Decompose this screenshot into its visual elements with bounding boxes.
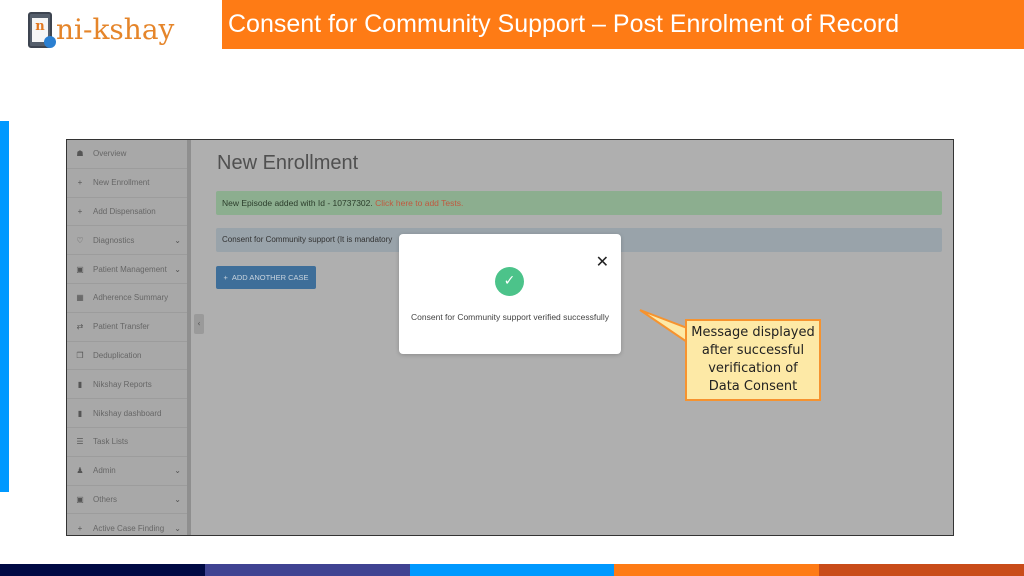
modal-message: Consent for Community support verified s… <box>411 312 609 322</box>
transfer-icon: ⇄ <box>76 322 84 332</box>
sidebar-item-label: New Enrollment <box>93 178 150 188</box>
sidebar-item-diagnostics[interactable]: ♡ Diagnostics ⌄ <box>67 226 187 256</box>
logo-text: ni-kshay <box>56 13 175 46</box>
briefcase-icon: ▣ <box>76 494 84 504</box>
chevron-down-icon[interactable]: ⌄ <box>174 236 181 245</box>
dashboard-icon: ☗ <box>76 149 84 159</box>
success-alert-text: New Episode added with Id - 10737302. <box>222 198 376 208</box>
plus-icon: + <box>77 206 83 216</box>
sidebar-item-label: Admin <box>93 466 116 476</box>
plus-icon: + <box>77 178 83 188</box>
sidebar-item-label: Adherence Summary <box>93 293 169 303</box>
briefcase-icon: ▣ <box>76 264 84 274</box>
copy-icon: ❐ <box>76 350 84 360</box>
sidebar-item-label: Others <box>93 494 118 504</box>
sidebar-item-patient-management[interactable]: ▣ Patient Management ⌄ <box>67 255 187 284</box>
add-tests-link[interactable]: Click here to add Tests. <box>375 198 463 208</box>
color-stripe <box>819 564 1024 576</box>
sidebar-item-label: Deduplication <box>93 350 142 360</box>
sidebar-item-adherence-summary[interactable]: ▦ Adherence Summary <box>67 284 187 313</box>
sidebar-item-label: Task Lists <box>93 437 129 447</box>
sidebar-item-label: Add Dispensation <box>93 206 156 216</box>
nikshay-logo: n ni-kshay <box>28 8 188 52</box>
slide-title: Consent for Community Support – Post Enr… <box>228 10 900 38</box>
callout-text: Message displayed after successful verif… <box>691 325 815 394</box>
list-icon: ☰ <box>76 437 84 447</box>
close-icon[interactable]: ✕ <box>596 254 609 270</box>
sidebar-item-label: Patient Management <box>93 264 167 274</box>
success-check-icon: ✓ <box>495 267 524 296</box>
sidebar-item-patient-transfer[interactable]: ⇄ Patient Transfer <box>67 313 187 342</box>
color-stripe <box>614 564 820 576</box>
left-accent-bar <box>0 121 9 492</box>
plus-icon: + <box>223 273 228 282</box>
sidebar-item-label: Nikshay Reports <box>93 379 152 389</box>
sidebar-item-task-lists[interactable]: ☰ Task Lists <box>67 428 187 457</box>
color-stripe <box>0 564 205 576</box>
sidebar-item-others[interactable]: ▣ Others ⌄ <box>67 486 187 515</box>
sidebar-item-label: Nikshay dashboard <box>93 408 162 418</box>
sidebar-item-label: Active Case Finding <box>93 523 165 533</box>
page-title: New Enrollment <box>217 152 359 174</box>
sidebar-item-deduplication[interactable]: ❐ Deduplication <box>67 342 187 371</box>
color-stripe <box>409 564 615 576</box>
sidebar-item-admin[interactable]: ♟ Admin ⌄ <box>67 457 187 486</box>
plus-icon: + <box>77 523 83 533</box>
calendar-icon: ▦ <box>76 293 84 303</box>
sidebar-item-active-case-finding[interactable]: + Active Case Finding ⌄ <box>67 514 187 535</box>
file-icon: ▮ <box>77 379 83 389</box>
chevron-down-icon[interactable]: ⌄ <box>174 265 181 274</box>
sidebar-item-label: Overview <box>93 149 127 159</box>
chevron-down-icon[interactable]: ⌄ <box>174 524 181 533</box>
annotation-callout: Message displayed after successful verif… <box>685 319 821 401</box>
add-another-case-label: ADD ANOTHER CASE <box>231 273 309 282</box>
sidebar-item-nikshay-dashboard[interactable]: ▮ Nikshay dashboard <box>67 399 187 428</box>
pointer-hand-icon <box>44 36 56 48</box>
slide-title-bar: Consent for Community Support – Post Enr… <box>222 0 1024 49</box>
add-another-case-button[interactable]: + ADD ANOTHER CASE <box>216 266 316 289</box>
sidebar-item-label: Diagnostics <box>93 235 135 245</box>
sidebar-item-overview[interactable]: ☗ Overview <box>67 140 187 169</box>
consent-verified-modal: ✕ ✓ Consent for Community support verifi… <box>399 234 621 354</box>
slide: n ni-kshay Consent for Community Support… <box>0 0 1024 576</box>
user-icon: ♟ <box>76 466 84 476</box>
color-stripe <box>204 564 410 576</box>
consent-alert-text: Consent for Community support (It is man… <box>222 235 393 244</box>
chevron-down-icon[interactable]: ⌄ <box>174 466 181 475</box>
sidebar-item-new-enrollment[interactable]: + New Enrollment <box>67 169 187 198</box>
sidebar: ☗ Overview + New Enrollment + Add Dispensatio… <box>67 140 191 535</box>
bottom-color-stripes <box>0 564 1024 576</box>
sidebar-item-label: Patient Transfer <box>93 322 150 332</box>
success-alert: New Episode added with Id - 10737302. Cl… <box>216 191 942 215</box>
sidebar-item-nikshay-reports[interactable]: ▮ Nikshay Reports <box>67 370 187 400</box>
tablet-icon: n <box>28 12 56 48</box>
file-icon: ▮ <box>77 408 83 418</box>
sidebar-item-add-dispensation[interactable]: + Add Dispensation <box>67 198 187 227</box>
chevron-down-icon[interactable]: ⌄ <box>174 495 181 504</box>
stethoscope-icon: ♡ <box>76 235 84 245</box>
